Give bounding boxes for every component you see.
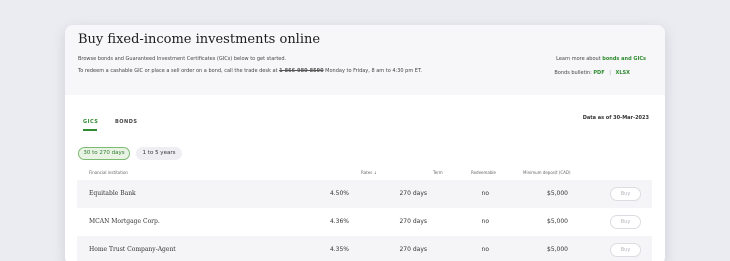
buy-button[interactable]: Buy xyxy=(610,215,641,229)
min-deposit-value: $5,000 xyxy=(547,246,568,253)
redeemable-value: no xyxy=(481,218,489,225)
bulletin-pdf-link[interactable]: PDF xyxy=(593,70,604,76)
column-header-rates-label: Rates xyxy=(361,170,373,175)
sort-down-icon: ↓ xyxy=(373,170,377,175)
trade-desk-phone[interactable]: 1-866-980-8590 xyxy=(279,68,324,74)
column-header-rates[interactable]: Rates ↓ xyxy=(361,170,377,175)
intro-text: Browse bonds and Guaranteed Investment C… xyxy=(78,56,287,62)
data-as-of: Data as of 30-Mar-2023 xyxy=(582,115,649,121)
page-header: Buy fixed-income investments online Brow… xyxy=(65,25,665,95)
filter-1-to-5-years[interactable]: 1 to 5 years xyxy=(136,147,182,160)
redeemable-value: no xyxy=(481,246,489,253)
bulletin-separator: | xyxy=(609,70,611,76)
column-header-institution[interactable]: Financial institution xyxy=(89,170,128,175)
page-title: Buy fixed-income investments online xyxy=(78,32,321,47)
rate-value: 4.50% xyxy=(329,190,349,197)
redeem-suffix: Monday to Friday, 8 am to 4:30 pm ET. xyxy=(325,68,423,74)
filter-30-to-270-days[interactable]: 30 to 270 days xyxy=(78,147,130,160)
learn-more-prefix: Learn more about xyxy=(556,56,601,62)
institution-name: Equitable Bank xyxy=(89,190,136,197)
tab-gics[interactable]: GICS xyxy=(83,119,98,125)
institution-name: Home Trust Company-Agent xyxy=(89,246,176,253)
term-value: 270 days xyxy=(399,218,427,225)
term-value: 270 days xyxy=(399,190,427,197)
table-row: Equitable Bank 4.50% 270 days no $5,000 … xyxy=(77,180,652,208)
redeemable-value: no xyxy=(481,190,489,197)
term-value: 270 days xyxy=(399,246,427,253)
institution-name: MCAN Mortgage Corp. xyxy=(89,218,160,225)
tab-bonds[interactable]: BONDS xyxy=(115,119,138,125)
bulletin-label: Bonds bulletin: xyxy=(554,70,592,76)
buy-button[interactable]: Buy xyxy=(610,187,641,201)
min-deposit-value: $5,000 xyxy=(547,190,568,197)
table-row: Home Trust Company-Agent 4.35% 270 days … xyxy=(77,236,652,261)
active-tab-indicator xyxy=(83,129,97,131)
bonds-gics-link[interactable]: bonds and GICs xyxy=(602,56,646,62)
column-header-redeemable[interactable]: Redeemable xyxy=(471,170,496,175)
min-deposit-value: $5,000 xyxy=(547,218,568,225)
column-header-min-deposit[interactable]: Minimum deposit (CAD) xyxy=(523,170,571,175)
rate-value: 4.35% xyxy=(329,246,349,253)
rate-value: 4.36% xyxy=(329,218,349,225)
bonds-bulletin: Bonds bulletin: PDF | XLSX xyxy=(554,70,630,76)
learn-more: Learn more about bonds and GICs xyxy=(556,56,646,62)
table-row: MCAN Mortgage Corp. 4.36% 270 days no $5… xyxy=(77,208,652,236)
investments-card: Buy fixed-income investments online Brow… xyxy=(65,25,665,261)
column-header-term[interactable]: Term xyxy=(433,170,443,175)
redeem-prefix: To redeem a cashable GIC or place a sell… xyxy=(78,68,278,74)
bulletin-xlsx-link[interactable]: XLSX xyxy=(616,70,631,76)
buy-button[interactable]: Buy xyxy=(610,243,641,257)
redeem-instructions: To redeem a cashable GIC or place a sell… xyxy=(78,68,422,74)
